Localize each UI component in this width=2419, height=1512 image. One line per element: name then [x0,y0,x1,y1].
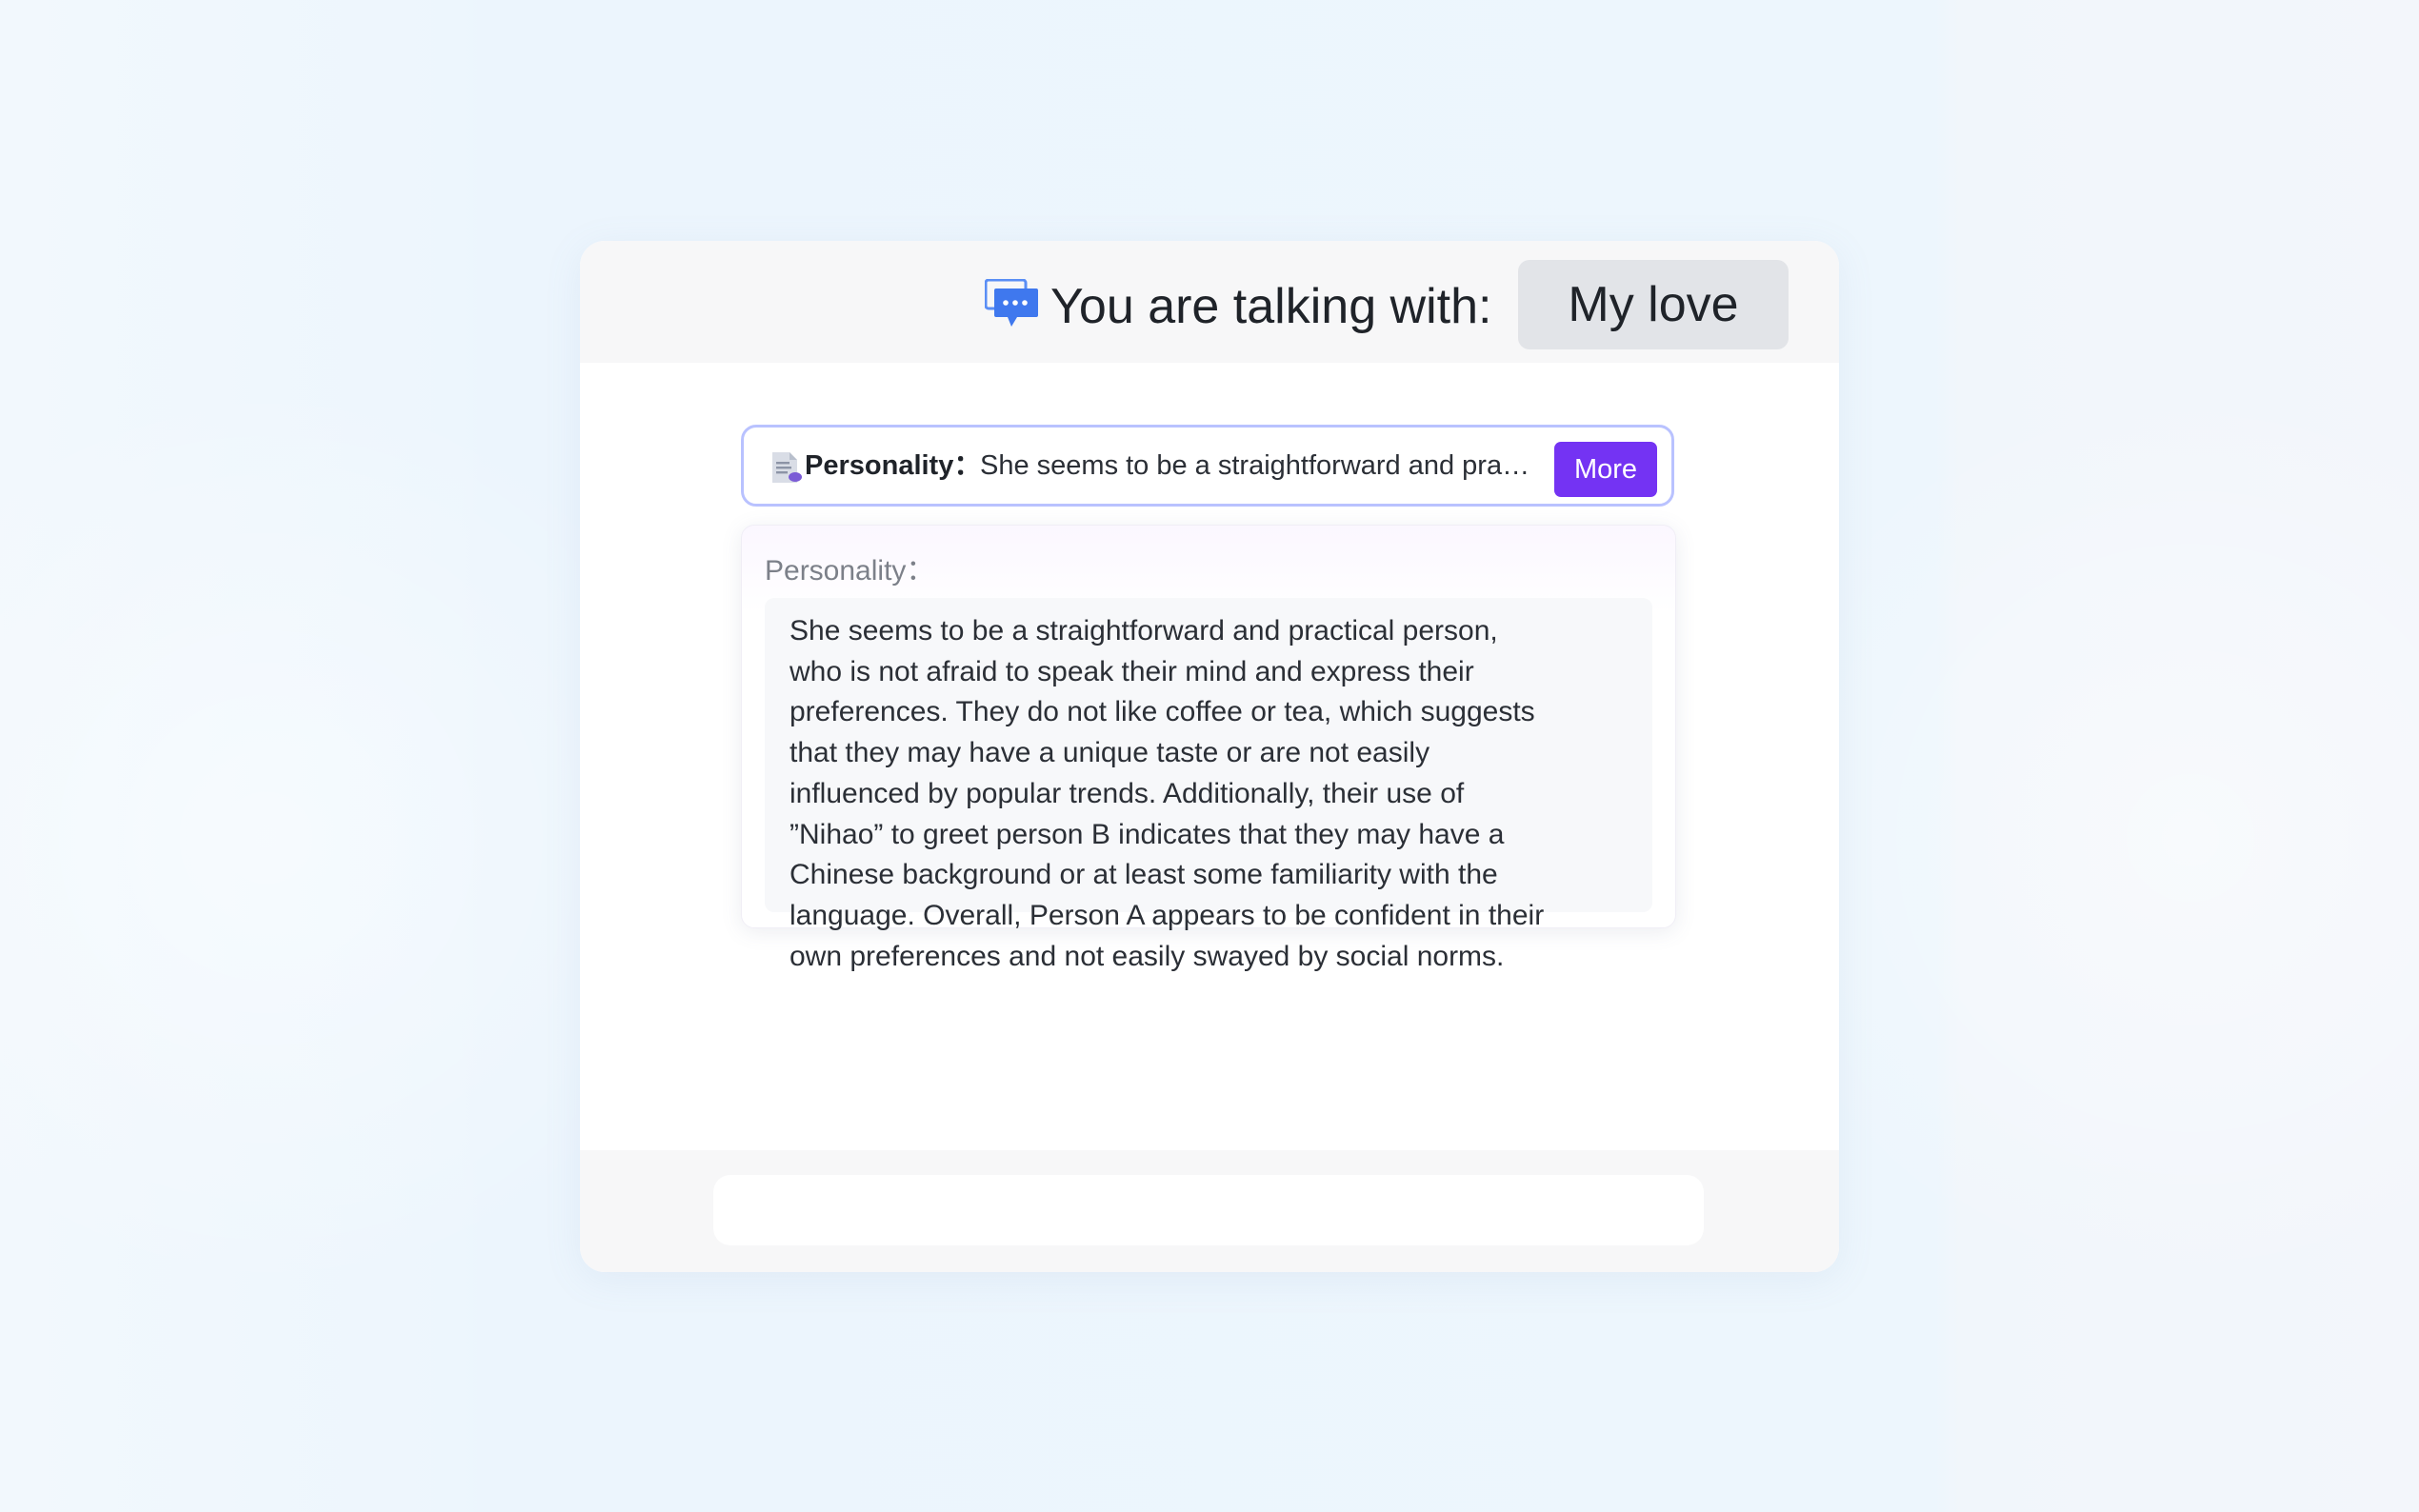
detail-line: influenced by popular trends. Additional… [790,777,1465,809]
document-icon [770,450,803,485]
detail-line: language. Overall, Person A appears to b… [790,899,1545,931]
detail-line: own preferences and not easily swayed by… [790,940,1505,972]
talking-with-label: You are talking with: [1050,279,1492,334]
chat-footer [580,1150,1839,1272]
detail-line: ”Nihao” to greet person B indicates that… [790,818,1505,850]
detail-text: She seems to be a straightforward and pr… [765,598,1652,972]
detail-label: Personality： [765,555,935,587]
chat-window: You are talking with: My love Personalit… [580,241,1839,1272]
contact-name-badge[interactable]: My love [1518,260,1789,349]
detail-line: that they may have a unique taste or are… [790,737,1430,769]
summary-label: Personality： [805,450,982,481]
detail-line: She seems to be a straightforward and pr… [790,615,1498,647]
chat-header: You are talking with: My love [580,241,1839,363]
detail-line: Chinese background or at least some fami… [790,859,1498,891]
detail-line: who is not afraid to speak their mind an… [790,655,1474,687]
detail-line: preferences. They do not like coffee or … [790,696,1535,728]
personality-summary-bar: Personality： She seems to be a straightf… [741,425,1674,507]
more-button[interactable]: More [1554,442,1657,497]
personality-detail-popover: Personality： She seems to be a straightf… [741,525,1676,972]
chat-bubbles-icon [984,278,1038,328]
message-input[interactable] [713,1175,1704,1245]
summary-text: She seems to be a straightforward and pr… [980,450,1532,481]
